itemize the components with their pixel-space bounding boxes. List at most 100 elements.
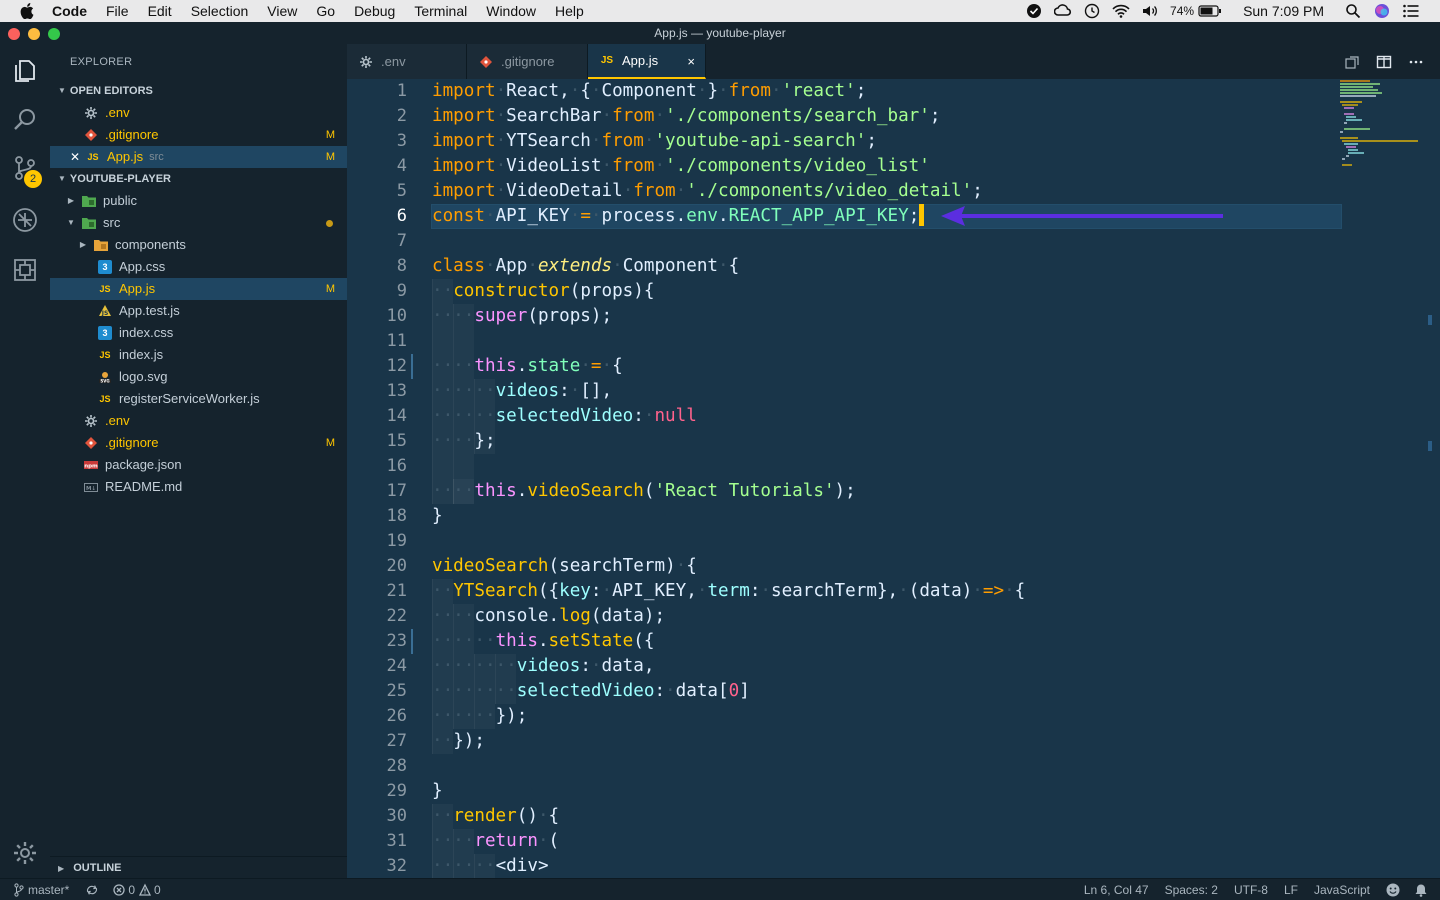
tab-appjs[interactable]: JS App.js × [588, 44, 706, 79]
extensions-icon[interactable] [12, 257, 38, 283]
menu-help[interactable]: Help [555, 3, 584, 19]
markdown-icon: M↓ [84, 480, 98, 494]
language-mode[interactable]: JavaScript [1314, 883, 1370, 897]
window-title-bar: App.js — youtube-player [0, 22, 1440, 44]
search-icon[interactable] [12, 107, 38, 133]
menu-code[interactable]: Code [52, 3, 87, 19]
spotlight-search-icon[interactable] [1344, 3, 1362, 19]
tree-item-public[interactable]: ▶ public [50, 190, 347, 212]
line-number: 30 [386, 806, 407, 826]
creative-cloud-icon[interactable] [1054, 3, 1072, 19]
tree-item-package-json[interactable]: npm package.json [50, 454, 347, 476]
tree-item-env[interactable]: .env [50, 410, 347, 432]
notification-center-icon[interactable] [1402, 3, 1420, 19]
window-close-button[interactable] [8, 28, 20, 40]
notifications-bell-icon[interactable] [1414, 883, 1428, 897]
line-number: 17 [386, 481, 407, 501]
tree-item-logo-svg[interactable]: SVG logo.svg [50, 366, 347, 388]
tree-item-src[interactable]: ▼ src [50, 212, 347, 234]
battery-icon[interactable] [1198, 3, 1222, 19]
settings-gear-icon[interactable] [12, 840, 38, 866]
error-count[interactable]: 0 [128, 883, 135, 897]
tab-env[interactable]: .env [347, 44, 467, 79]
menu-selection[interactable]: Selection [191, 3, 249, 19]
menu-file[interactable]: File [106, 3, 129, 19]
close-icon[interactable]: ✕ [70, 146, 82, 168]
menu-view[interactable]: View [267, 3, 297, 19]
cursor-position[interactable]: Ln 6, Col 47 [1084, 883, 1149, 897]
code-editor[interactable]: 1 2 3 4 5 6 7 8 9 10 11 12 13 14 15 16 1… [347, 79, 1440, 878]
apple-logo-icon[interactable] [20, 3, 34, 19]
window-maximize-button[interactable] [48, 28, 60, 40]
minimap[interactable] [1340, 79, 1426, 169]
tree-item-index-js[interactable]: JS index.js [50, 344, 347, 366]
open-editor-gitignore[interactable]: .gitignore M [50, 124, 347, 146]
open-editor-appjs[interactable]: ✕ JS App.js src M [50, 146, 347, 168]
checkmark-status-icon[interactable] [1025, 3, 1043, 19]
more-actions-icon[interactable] [1408, 54, 1424, 70]
code-line: import·YTSearch·from·'youtube-api-search… [432, 131, 877, 151]
test-icon: JS [98, 304, 112, 318]
tab-gitignore[interactable]: .gitignore [467, 44, 588, 79]
js-icon: JS [99, 350, 111, 360]
code-line: } [432, 781, 443, 801]
tree-item-app-css[interactable]: 3 App.css [50, 256, 347, 278]
line-number: 10 [386, 306, 407, 326]
code-line: ··constructor(props){ [432, 281, 655, 301]
tree-item-package-json-label: package.json [105, 457, 182, 472]
tree-item-app-test-js[interactable]: JS App.test.js [50, 300, 347, 322]
css-icon: 3 [98, 260, 112, 274]
line-number: 32 [386, 856, 407, 876]
feedback-smiley-icon[interactable] [1386, 883, 1400, 897]
menu-go[interactable]: Go [316, 3, 335, 19]
tree-item-readme[interactable]: M↓ README.md [50, 476, 347, 498]
chevron-right-icon: ▶ [79, 240, 87, 249]
tree-item-index-js-label: index.js [119, 347, 164, 362]
open-editor-env[interactable]: .env [50, 102, 347, 124]
code-line: ······selectedVideo:·null [432, 406, 697, 426]
warning-count[interactable]: 0 [154, 883, 161, 897]
code-line: ··render()·{ [432, 806, 560, 826]
wifi-icon[interactable] [1112, 3, 1130, 19]
split-editor-icon[interactable] [1376, 54, 1392, 70]
debug-icon[interactable] [12, 207, 38, 233]
code-line: } [432, 506, 443, 526]
js-icon: JS [87, 152, 99, 162]
git-branch-status[interactable]: master* [28, 883, 69, 897]
line-number: 25 [386, 681, 407, 701]
warning-icon [139, 883, 152, 896]
menu-window[interactable]: Window [486, 3, 536, 19]
tree-item-components[interactable]: ▶ components [50, 234, 347, 256]
explorer-files-icon[interactable] [12, 58, 38, 84]
window-minimize-button[interactable] [28, 28, 40, 40]
indentation-setting[interactable]: Spaces: 2 [1165, 883, 1218, 897]
siri-icon[interactable] [1373, 3, 1391, 19]
tree-item-app-js[interactable]: JS App.js M [50, 278, 347, 300]
tree-item-index-css[interactable]: 3 index.css [50, 322, 347, 344]
line-number: 26 [386, 706, 407, 726]
code-line: ····return·( [432, 831, 560, 851]
menu-bar-clock[interactable]: Sun 7:09 PM [1243, 3, 1324, 19]
tree-item-register-sw[interactable]: JS registerServiceWorker.js [50, 388, 347, 410]
line-number: 9 [396, 281, 407, 301]
tree-item-gitignore[interactable]: .gitignore M [50, 432, 347, 454]
menu-debug[interactable]: Debug [354, 3, 395, 19]
project-section-header[interactable]: ▼ YOUTUBE-PLAYER [50, 168, 347, 190]
line-number: 23 [386, 631, 407, 651]
tab-close-button[interactable]: × [687, 54, 695, 69]
outline-section-header[interactable]: ▶ OUTLINE [50, 856, 347, 878]
modified-badge: M [325, 151, 335, 163]
menu-terminal[interactable]: Terminal [414, 3, 467, 19]
sync-icon[interactable] [85, 883, 99, 897]
volume-icon[interactable] [1141, 3, 1159, 19]
file-encoding[interactable]: UTF-8 [1234, 883, 1268, 897]
open-changes-icon[interactable] [1344, 54, 1360, 70]
time-machine-icon[interactable] [1083, 3, 1101, 19]
open-editors-section-header[interactable]: ▼ OPEN EDITORS [50, 80, 347, 102]
menu-edit[interactable]: Edit [148, 3, 172, 19]
line-number: 15 [386, 431, 407, 451]
macos-menu-bar: Code File Edit Selection View Go Debug T… [0, 0, 1440, 22]
code-line: videoSearch(searchTerm)·{ [432, 556, 697, 576]
end-of-line[interactable]: LF [1284, 883, 1298, 897]
git-branch-icon [14, 882, 24, 897]
